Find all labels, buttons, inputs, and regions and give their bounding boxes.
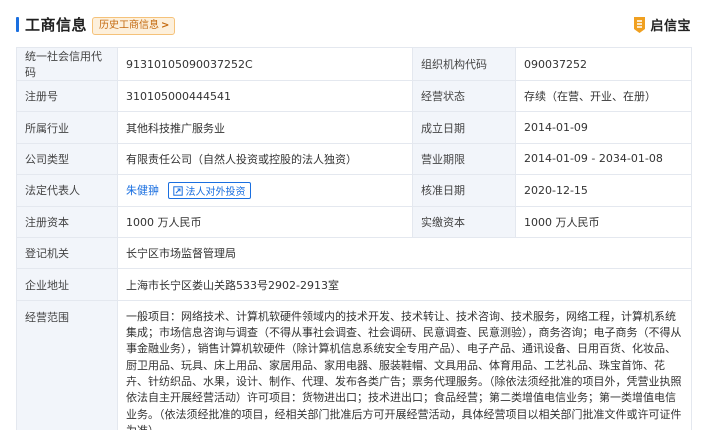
reg-no-label: 注册号	[16, 79, 118, 113]
paid-capital-label: 实缴资本	[412, 205, 516, 238]
paid-capital-value: 1000 万人民币	[515, 205, 692, 238]
legal-rep-investment-label: 法人对外投资	[185, 187, 246, 199]
table-row: 企业地址 上海市长宁区娄山关路533号2902-2913室	[16, 268, 692, 301]
legal-rep-label: 法定代表人	[16, 174, 118, 207]
qixinbao-logo-icon	[634, 16, 646, 33]
org-code-value: 090037252	[515, 47, 692, 81]
status-label: 经营状态	[412, 79, 516, 113]
section-header: 工商信息 历史工商信息 > 启信宝	[0, 0, 707, 52]
address-label: 企业地址	[16, 268, 118, 301]
founded-value: 2014-01-09	[515, 111, 692, 144]
title-accent-bar	[16, 17, 19, 32]
brand-name: 启信宝	[650, 19, 691, 34]
reg-capital-value: 1000 万人民币	[117, 205, 413, 238]
business-info-table: 统一社会信用代码 91310105090037252C 组织机构代码 09003…	[16, 47, 692, 430]
term-value: 2014-01-09 - 2034-01-08	[515, 142, 692, 176]
scope-label: 经营范围	[16, 299, 118, 430]
legal-rep-investment-button[interactable]: 法人对外投资	[167, 182, 251, 200]
industry-value: 其他科技推广服务业	[117, 111, 413, 144]
industry-label: 所属行业	[16, 111, 118, 144]
table-row: 公司类型 有限责任公司（自然人投资或控股的法人独资） 营业期限 2014-01-…	[16, 142, 692, 176]
status-value: 存续（在营、开业、在册）	[515, 79, 692, 113]
section-title: 工商信息	[25, 16, 88, 34]
credit-code-label: 统一社会信用代码	[16, 47, 118, 81]
authority-value: 长宁区市场监督管理局	[117, 236, 692, 270]
history-info-button[interactable]: 历史工商信息 >	[92, 17, 176, 35]
chevron-right-icon: >	[161, 20, 170, 31]
brand: 启信宝	[633, 15, 691, 34]
founded-label: 成立日期	[412, 111, 516, 144]
table-row: 统一社会信用代码 91310105090037252C 组织机构代码 09003…	[16, 47, 692, 81]
table-row: 注册号 310105000444541 经营状态 存续（在营、开业、在册）	[16, 79, 692, 113]
approval-date-value: 2020-12-15	[515, 174, 692, 207]
org-code-label: 组织机构代码	[412, 47, 516, 81]
table-row: 注册资本 1000 万人民币 实缴资本 1000 万人民币	[16, 205, 692, 238]
company-type-value: 有限责任公司（自然人投资或控股的法人独资）	[117, 142, 413, 176]
table-row: 登记机关 长宁区市场监督管理局	[16, 236, 692, 270]
term-label: 营业期限	[412, 142, 516, 176]
investment-icon	[172, 185, 183, 196]
history-info-label: 历史工商信息	[99, 20, 159, 31]
legal-rep-link[interactable]: 朱健翀	[126, 184, 159, 197]
scope-value: 一般项目：网络技术、计算机软硬件领域内的技术开发、技术转让、技术咨询、技术服务，…	[117, 299, 692, 430]
legal-rep-cell: 朱健翀 法人对外投资	[117, 174, 413, 207]
credit-code-value: 91310105090037252C	[117, 47, 413, 81]
approval-date-label: 核准日期	[412, 174, 516, 207]
company-type-label: 公司类型	[16, 142, 118, 176]
table-row: 经营范围 一般项目：网络技术、计算机软硬件领域内的技术开发、技术转让、技术咨询、…	[16, 299, 692, 430]
authority-label: 登记机关	[16, 236, 118, 270]
reg-no-value: 310105000444541	[117, 79, 413, 113]
reg-capital-label: 注册资本	[16, 205, 118, 238]
table-row: 法定代表人 朱健翀 法人对外投资 核准日期 2020-12-15	[16, 174, 692, 207]
table-row: 所属行业 其他科技推广服务业 成立日期 2014-01-09	[16, 111, 692, 144]
address-value: 上海市长宁区娄山关路533号2902-2913室	[117, 268, 692, 301]
